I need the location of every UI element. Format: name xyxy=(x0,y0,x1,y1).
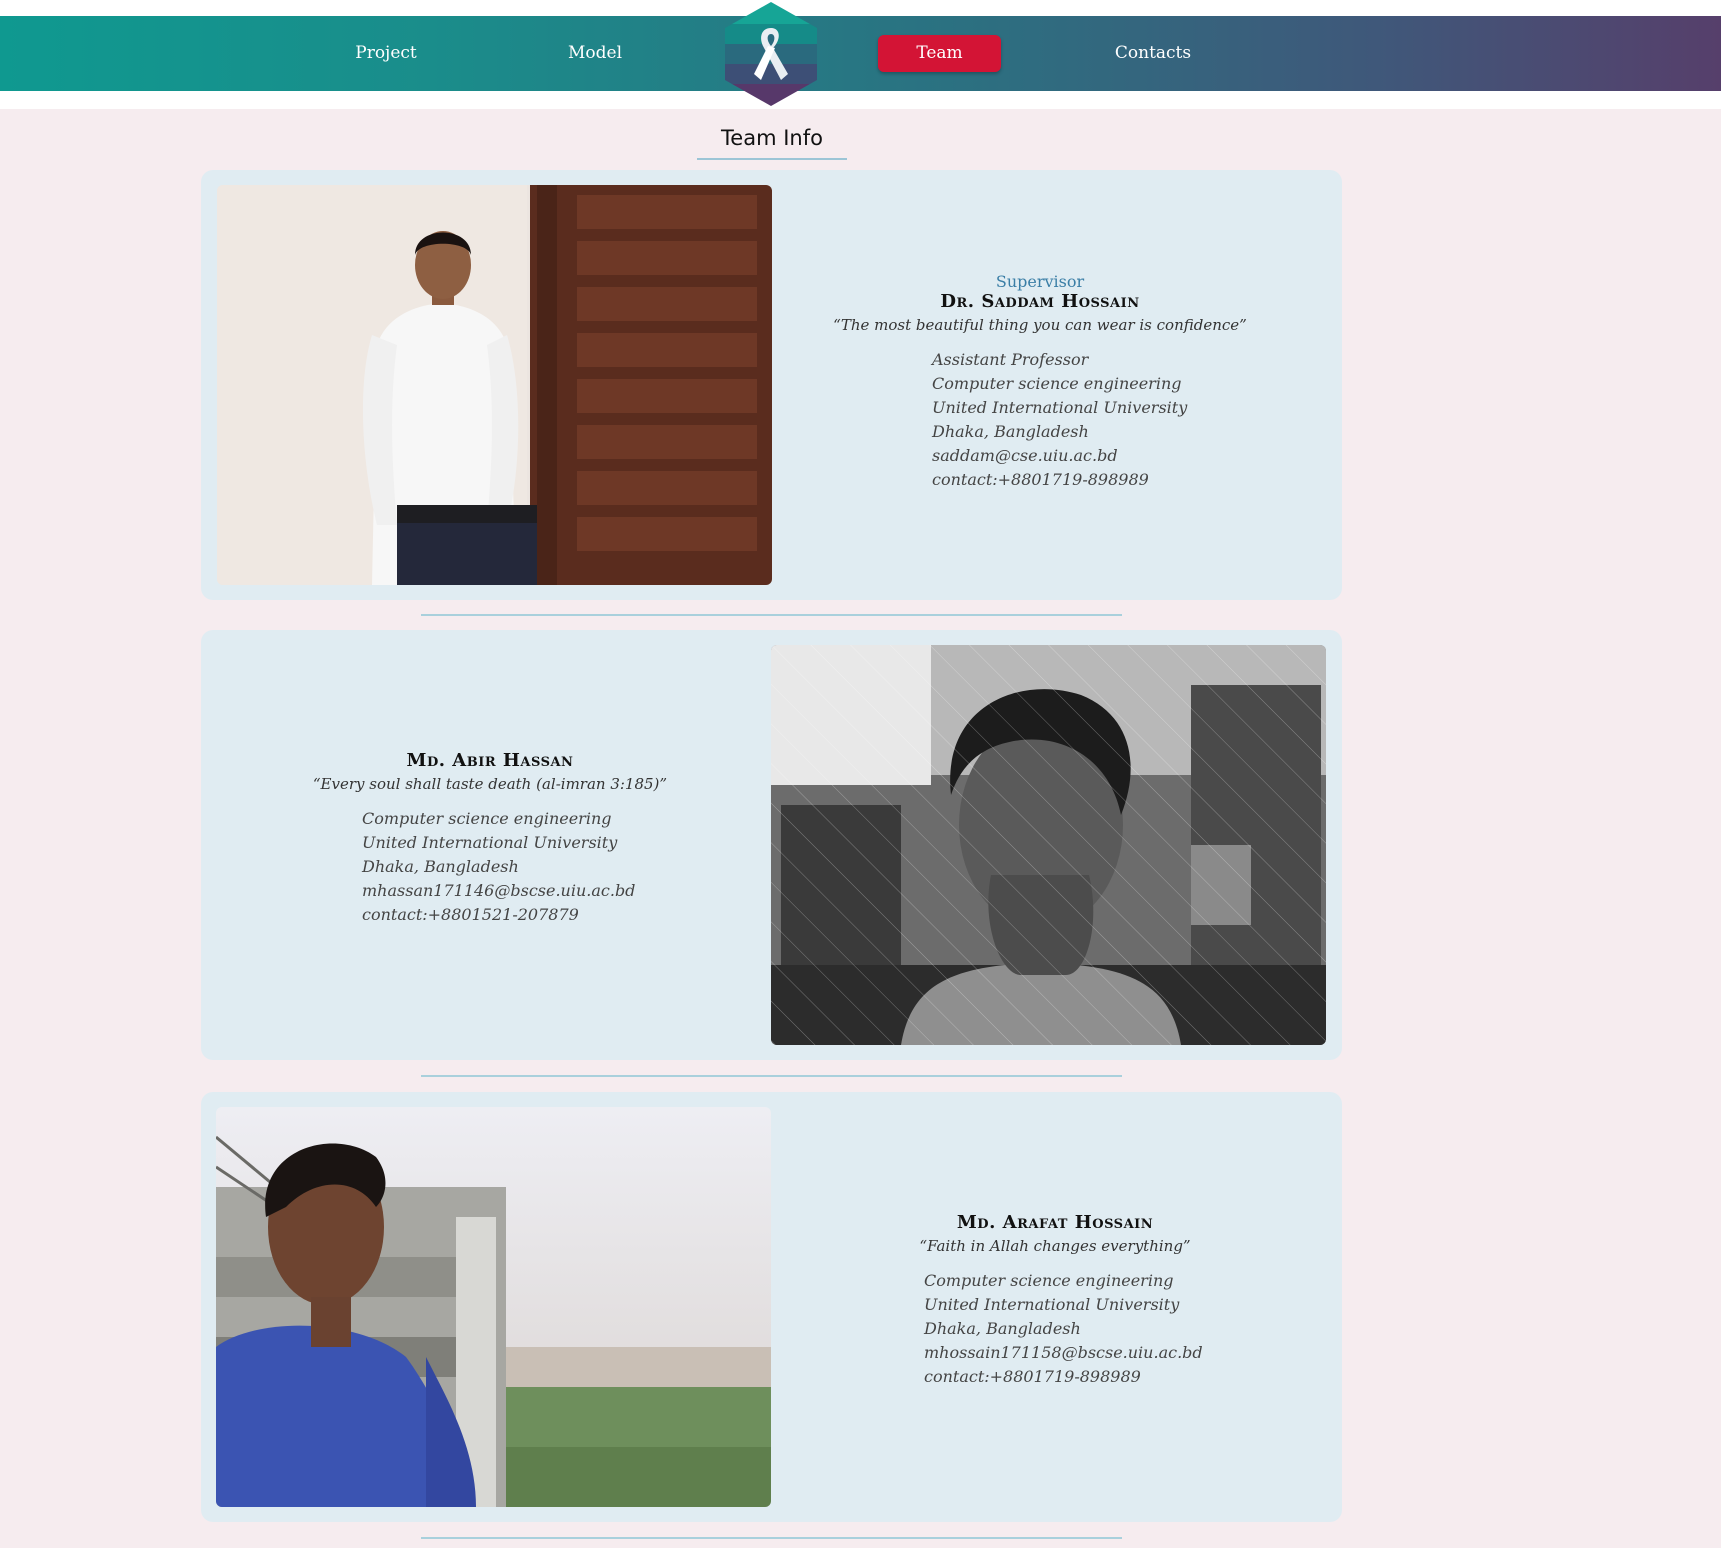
member-role: Supervisor xyxy=(995,272,1085,291)
nav-contacts[interactable]: Contacts xyxy=(1103,16,1203,91)
member-contact: contact:+8801521-207879 xyxy=(362,905,579,924)
member-department: Computer science engineering xyxy=(362,809,612,828)
member-university: United International University xyxy=(362,833,618,852)
member-name: Dr. Saddam Hossain xyxy=(940,291,1140,312)
member-quote: “The most beautiful thing you can wear i… xyxy=(833,316,1247,334)
member-email[interactable]: saddam@cse.uiu.ac.bd xyxy=(932,444,1280,468)
member-quote: “Faith in Allah changes everything” xyxy=(919,1237,1191,1255)
member-1-photo xyxy=(771,645,1326,1045)
top-strip xyxy=(0,0,1721,16)
member-2-photo xyxy=(216,1107,771,1507)
page-title: Team Info xyxy=(721,126,823,150)
navbar xyxy=(0,16,1721,91)
member-name: Md. Arafat Hossain xyxy=(956,1212,1154,1233)
member-quote: “Every soul shall taste death (al-imran … xyxy=(312,775,668,793)
member-details: Assistant Professor Computer science eng… xyxy=(800,348,1280,492)
card-separator xyxy=(421,1537,1122,1539)
member-contact: contact:+8801719-898989 xyxy=(924,1367,1141,1386)
member-details: Computer science engineering United Inte… xyxy=(815,1269,1295,1389)
supervisor-photo xyxy=(217,185,772,585)
member-location: Dhaka, Bangladesh xyxy=(924,1319,1081,1338)
title-underline xyxy=(697,158,847,160)
card-separator xyxy=(421,614,1122,616)
supervisor-info: Supervisor Dr. Saddam Hossain “The most … xyxy=(800,272,1280,492)
awareness-ribbon-icon[interactable] xyxy=(725,2,817,106)
member-name: Md. Abir Hassan xyxy=(406,750,574,771)
navbar-bottom-strip xyxy=(0,91,1721,109)
member-location: Dhaka, Bangladesh xyxy=(362,857,519,876)
member-department: Computer science engineering xyxy=(932,374,1182,393)
member-university: United International University xyxy=(932,398,1188,417)
member-2-info: Md. Arafat Hossain “Faith in Allah chang… xyxy=(815,1212,1295,1389)
nav-project[interactable]: Project xyxy=(336,16,436,91)
member-email[interactable]: mhossain171158@bscse.uiu.ac.bd xyxy=(924,1341,1295,1365)
member-email[interactable]: mhassan171146@bscse.uiu.ac.bd xyxy=(362,879,680,903)
member-university: United International University xyxy=(924,1295,1180,1314)
member-title: Assistant Professor xyxy=(932,350,1089,369)
nav-model[interactable]: Model xyxy=(545,16,645,91)
member-department: Computer science engineering xyxy=(924,1271,1174,1290)
card-separator xyxy=(421,1075,1122,1077)
nav-team[interactable]: Team xyxy=(878,35,1001,72)
member-contact: contact:+8801719-898989 xyxy=(932,470,1149,489)
member-1-info: Md. Abir Hassan “Every soul shall taste … xyxy=(300,750,680,927)
member-location: Dhaka, Bangladesh xyxy=(932,422,1089,441)
member-details: Computer science engineering United Inte… xyxy=(300,807,680,927)
